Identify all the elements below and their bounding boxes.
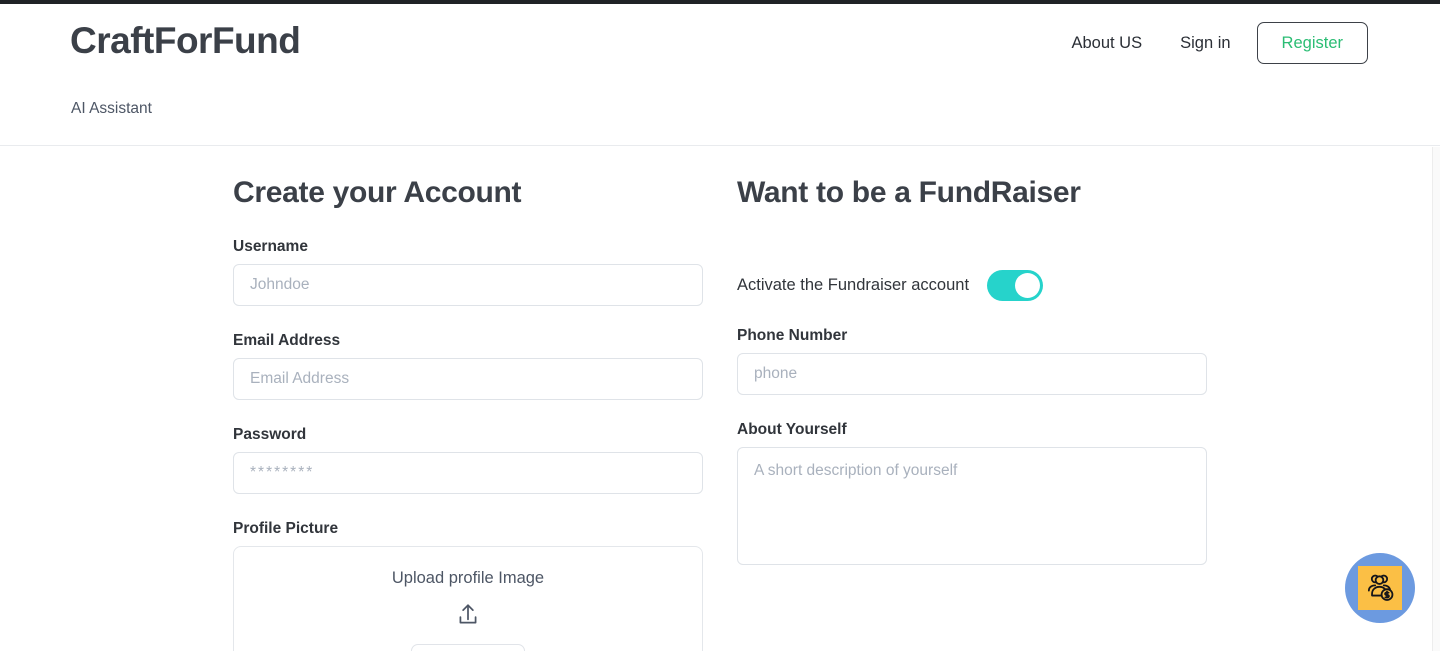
toggle-knob	[1015, 272, 1041, 298]
page-scrollbar[interactable]	[1432, 147, 1440, 651]
about-yourself-field-group: About Yourself	[737, 421, 1207, 570]
profile-picture-label: Profile Picture	[233, 519, 339, 537]
email-label: Email Address	[233, 331, 341, 349]
about-yourself-label: About Yourself	[737, 420, 847, 438]
site-header: CraftForFund AI Assistant About US Sign …	[0, 4, 1440, 146]
brand-logo[interactable]: CraftForFund	[70, 18, 301, 64]
password-label: Password	[233, 425, 307, 443]
main-navigation: About US Sign in Register	[1071, 22, 1368, 65]
profile-picture-field-group: Profile Picture Upload profile Image Bro…	[233, 520, 703, 651]
crowdfunding-people-money-icon	[1358, 566, 1402, 610]
username-input[interactable]	[233, 263, 703, 306]
email-field-group: Email Address	[233, 332, 703, 400]
fundraiser-title: Want to be a FundRaiser	[737, 176, 1081, 209]
phone-input[interactable]	[737, 352, 1207, 395]
fundraiser-toggle-label: Activate the Fundraiser account	[737, 275, 970, 294]
upload-instruction-text: Upload profile Image	[391, 568, 545, 587]
password-input[interactable]	[233, 451, 703, 494]
create-account-column: Create your Account Username Email Addre…	[233, 147, 703, 651]
nav-link-about-us[interactable]: About US	[1071, 26, 1142, 61]
ai-assistant-label[interactable]: AI Assistant	[71, 100, 152, 118]
fundraiser-column: Want to be a FundRaiser Activate the Fun…	[737, 147, 1207, 570]
about-yourself-textarea[interactable]	[737, 446, 1207, 565]
username-label: Username	[233, 237, 308, 255]
fundraiser-toggle-row: Activate the Fundraiser account	[737, 269, 1207, 301]
email-input[interactable]	[233, 357, 703, 400]
crowdfunding-chat-fab[interactable]	[1345, 553, 1415, 623]
phone-field-group: Phone Number	[737, 327, 1207, 395]
create-account-title: Create your Account	[233, 176, 522, 209]
nav-link-sign-in[interactable]: Sign in	[1180, 26, 1230, 61]
phone-label: Phone Number	[737, 326, 848, 344]
registration-form-area: Create your Account Username Email Addre…	[0, 147, 1440, 651]
username-field-group: Username	[233, 238, 703, 306]
register-button[interactable]: Register	[1256, 22, 1368, 65]
profile-image-dropzone[interactable]: Upload profile Image Browser	[233, 545, 703, 651]
browse-file-button[interactable]: Browser	[410, 643, 526, 651]
fundraiser-activate-toggle[interactable]	[987, 269, 1044, 301]
password-field-group: Password	[233, 426, 703, 494]
upload-arrow-icon	[455, 602, 481, 628]
